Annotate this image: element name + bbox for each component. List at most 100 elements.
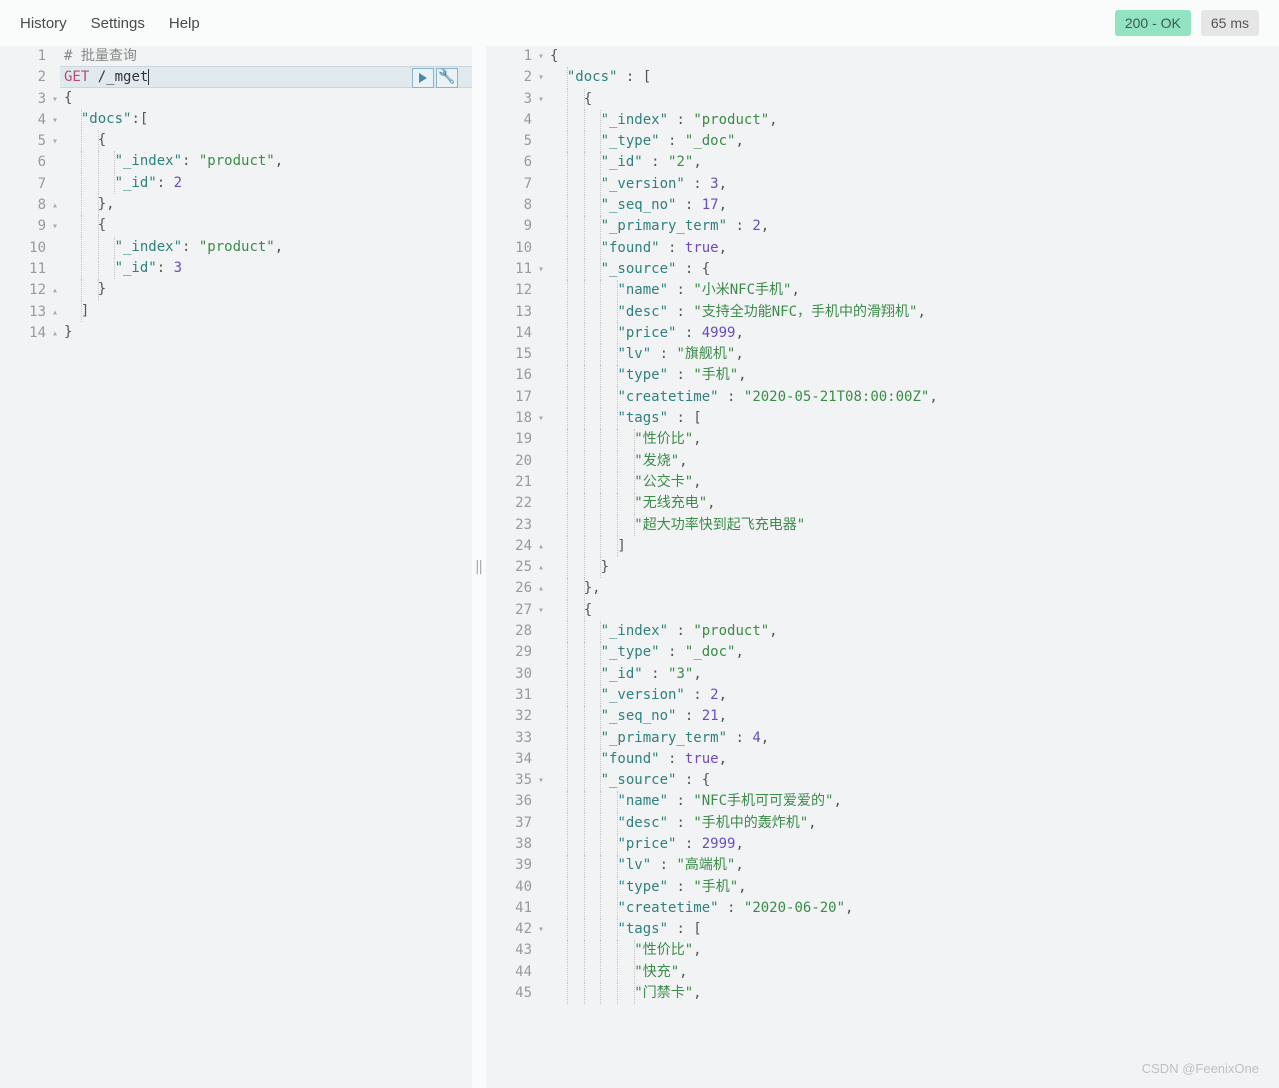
code-line[interactable]: "性价比", (546, 429, 1265, 450)
code-line[interactable]: GET /_mget🔧 (60, 66, 472, 87)
fold-close-icon[interactable]: ▴ (52, 280, 58, 301)
code-line[interactable]: "found" : true, (546, 749, 1265, 770)
fold-close-icon[interactable]: ▴ (538, 536, 544, 557)
request-editor[interactable]: # 批量查询GET /_mget🔧{ "docs":[ { "_index": … (60, 46, 472, 1088)
code-line[interactable]: "lv" : "高端机", (546, 855, 1265, 876)
code-line[interactable]: "_id": 2 (60, 173, 472, 194)
run-icon[interactable] (412, 68, 434, 88)
code-line[interactable]: "price" : 2999, (546, 834, 1265, 855)
token-str: "product" (693, 623, 769, 639)
code-line[interactable]: "createtime" : "2020-05-21T08:00:00Z", (546, 387, 1265, 408)
code-line[interactable]: "_version" : 3, (546, 174, 1265, 195)
gutter-line: 34 (490, 749, 542, 770)
code-line[interactable]: "门禁卡", (546, 983, 1265, 1004)
code-line[interactable]: "price" : 4999, (546, 323, 1265, 344)
code-line[interactable]: }, (60, 194, 472, 215)
code-line[interactable]: "tags" : [ (546, 408, 1265, 429)
code-line[interactable]: "_id": 3 (60, 258, 472, 279)
code-line[interactable]: } (60, 279, 472, 300)
fold-open-icon[interactable]: ▾ (538, 919, 544, 940)
code-line[interactable]: { (546, 600, 1265, 621)
code-line[interactable]: "docs":[ (60, 109, 472, 130)
code-line[interactable]: "type" : "手机", (546, 877, 1265, 898)
code-line[interactable]: { (546, 89, 1265, 110)
code-line[interactable]: { (60, 215, 472, 236)
code-line[interactable]: "_id" : "3", (546, 664, 1265, 685)
code-line[interactable]: "_index": "product", (60, 237, 472, 258)
code-line[interactable]: "name" : "小米NFC手机", (546, 280, 1265, 301)
code-line[interactable]: "_index": "product", (60, 151, 472, 172)
code-line[interactable]: "_index" : "product", (546, 110, 1265, 131)
gutter-line: 12 (490, 280, 542, 301)
wrench-icon[interactable]: 🔧 (436, 68, 458, 88)
code-line[interactable]: "desc" : "手机中的轰炸机", (546, 813, 1265, 834)
token-punc: : (668, 367, 693, 383)
indent-guide (567, 940, 568, 961)
code-line[interactable]: "_index" : "product", (546, 621, 1265, 642)
fold-open-icon[interactable]: ▾ (52, 216, 58, 237)
code-line[interactable]: ] (60, 301, 472, 322)
code-line[interactable]: "无线充电", (546, 493, 1265, 514)
code-line[interactable]: } (546, 557, 1265, 578)
code-line[interactable]: "_seq_no" : 21, (546, 706, 1265, 727)
code-line[interactable]: { (546, 46, 1265, 67)
code-line[interactable]: "found" : true, (546, 238, 1265, 259)
fold-open-icon[interactable]: ▾ (52, 131, 58, 152)
code-line[interactable]: "_source" : { (546, 770, 1265, 791)
fold-open-icon[interactable]: ▾ (538, 408, 544, 429)
code-line[interactable]: "lv" : "旗舰机", (546, 344, 1265, 365)
indent-guide (584, 515, 585, 536)
code-line[interactable]: "_primary_term" : 2, (546, 216, 1265, 237)
indent-guide (567, 280, 568, 301)
code-line[interactable]: "_id" : "2", (546, 152, 1265, 173)
code-line[interactable]: "docs" : [ (546, 67, 1265, 88)
code-line[interactable]: "name" : "NFC手机可可爱爱的", (546, 791, 1265, 812)
fold-open-icon[interactable]: ▾ (538, 259, 544, 280)
menu-history[interactable]: History (20, 15, 67, 32)
code-line[interactable]: "tags" : [ (546, 919, 1265, 940)
indent-guide (584, 728, 585, 749)
fold-open-icon[interactable]: ▾ (52, 89, 58, 110)
code-line[interactable]: { (60, 88, 472, 109)
fold-open-icon[interactable]: ▾ (538, 600, 544, 621)
code-line[interactable]: "_version" : 2, (546, 685, 1265, 706)
code-line[interactable]: "desc" : "支持全功能NFC，手机中的滑翔机", (546, 302, 1265, 323)
gutter-line: 5▾ (4, 131, 56, 152)
code-line[interactable]: { (60, 130, 472, 151)
code-line[interactable]: "发烧", (546, 451, 1265, 472)
indent-guide (584, 855, 585, 876)
token-punc: { (550, 48, 558, 64)
code-line[interactable]: "性价比", (546, 940, 1265, 961)
token-key: "type" (617, 367, 668, 383)
fold-close-icon[interactable]: ▴ (538, 578, 544, 599)
fold-open-icon[interactable]: ▾ (538, 46, 544, 67)
code-line[interactable]: }, (546, 578, 1265, 599)
code-line[interactable]: # 批量查询 (60, 46, 472, 67)
fold-close-icon[interactable]: ▴ (52, 302, 58, 323)
fold-close-icon[interactable]: ▴ (538, 557, 544, 578)
menu-settings[interactable]: Settings (91, 15, 145, 32)
splitter[interactable]: ‖ (472, 46, 486, 1088)
code-line[interactable]: "_source" : { (546, 259, 1265, 280)
fold-open-icon[interactable]: ▾ (538, 67, 544, 88)
fold-open-icon[interactable]: ▾ (538, 770, 544, 791)
response-editor[interactable]: { "docs" : [ { "_index" : "product", "_t… (546, 46, 1265, 1088)
fold-open-icon[interactable]: ▾ (538, 89, 544, 110)
code-line[interactable]: "超大功率快到起飞充电器" (546, 515, 1265, 536)
code-line[interactable]: "createtime" : "2020-06-20", (546, 898, 1265, 919)
menu-help[interactable]: Help (169, 15, 200, 32)
code-line[interactable]: "type" : "手机", (546, 365, 1265, 386)
code-line[interactable]: "_seq_no" : 17, (546, 195, 1265, 216)
code-line[interactable]: "快充", (546, 962, 1265, 983)
fold-close-icon[interactable]: ▴ (52, 323, 58, 344)
fold-close-icon[interactable]: ▴ (52, 195, 58, 216)
code-line[interactable]: } (60, 322, 472, 343)
token-str: "2020-06-20" (744, 900, 845, 916)
code-line[interactable]: "_type" : "_doc", (546, 131, 1265, 152)
code-line[interactable]: "公交卡", (546, 472, 1265, 493)
code-line[interactable]: "_primary_term" : 4, (546, 728, 1265, 749)
code-line[interactable]: ] (546, 536, 1265, 557)
fold-open-icon[interactable]: ▾ (52, 110, 58, 131)
code-line[interactable]: "_type" : "_doc", (546, 642, 1265, 663)
scrollbar-vertical[interactable] (1265, 46, 1279, 1088)
